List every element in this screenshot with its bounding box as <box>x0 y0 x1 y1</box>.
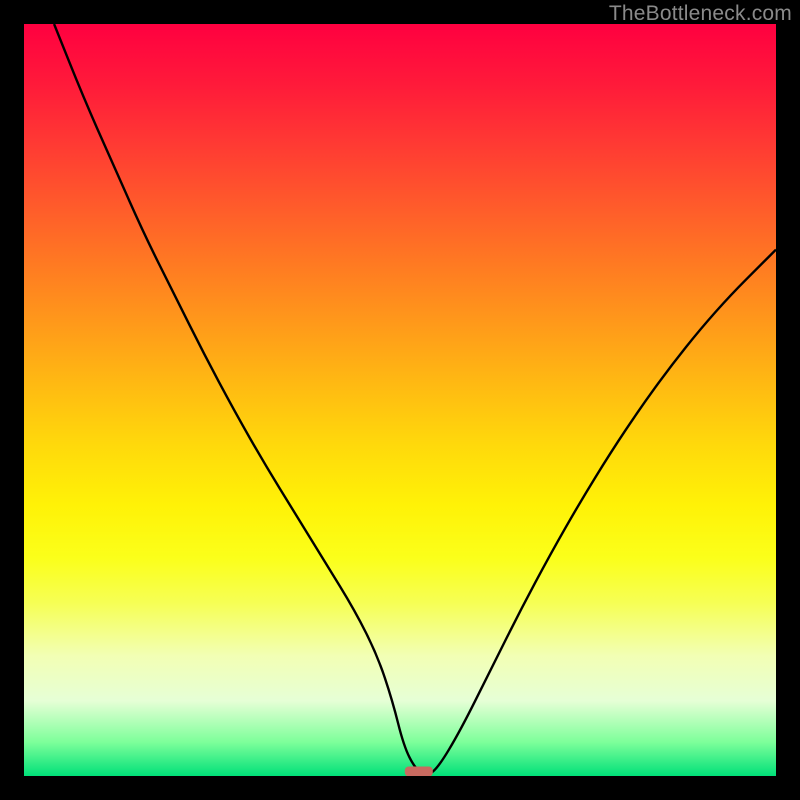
curve-layer <box>24 24 776 776</box>
bottleneck-curve <box>54 24 776 774</box>
optimum-marker <box>405 766 433 776</box>
chart-frame: TheBottleneck.com <box>0 0 800 800</box>
plot-area <box>24 24 776 776</box>
watermark-text: TheBottleneck.com <box>609 2 792 26</box>
